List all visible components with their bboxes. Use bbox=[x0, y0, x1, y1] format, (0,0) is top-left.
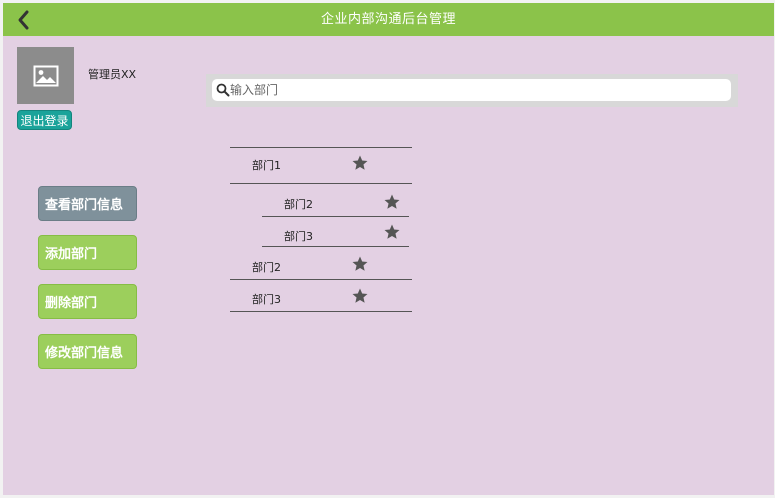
add-department-button[interactable]: 添加部门 bbox=[38, 235, 137, 270]
search-bar bbox=[206, 74, 738, 107]
department-item[interactable]: 部门2 bbox=[230, 247, 412, 280]
star-icon[interactable] bbox=[351, 255, 369, 273]
department-item[interactable]: 部门3 bbox=[230, 280, 412, 312]
logout-button[interactable]: 退出登录 bbox=[17, 110, 72, 130]
app-window: 企业内部沟通后台管理 管理员XX 退出登录 查看部门信息 添加部门 删除部门 修… bbox=[3, 3, 774, 495]
edit-department-button[interactable]: 修改部门信息 bbox=[38, 334, 137, 369]
star-icon[interactable] bbox=[351, 154, 369, 172]
department-label: 部门2 bbox=[284, 198, 313, 211]
search-input[interactable] bbox=[230, 79, 720, 101]
top-bar: 企业内部沟通后台管理 bbox=[3, 3, 774, 36]
search-icon bbox=[216, 83, 230, 97]
view-departments-button[interactable]: 查看部门信息 bbox=[38, 186, 137, 221]
department-label: 部门2 bbox=[252, 261, 281, 274]
search-box bbox=[212, 79, 731, 101]
admin-name: 管理员XX bbox=[88, 68, 137, 81]
delete-department-button[interactable]: 删除部门 bbox=[38, 284, 137, 319]
department-label: 部门1 bbox=[252, 159, 281, 172]
department-label: 部门3 bbox=[284, 230, 313, 243]
department-item[interactable]: 部门3 bbox=[262, 217, 409, 247]
star-icon[interactable] bbox=[383, 223, 401, 241]
image-placeholder-icon bbox=[33, 65, 58, 86]
page-title: 企业内部沟通后台管理 bbox=[320, 12, 456, 27]
department-item[interactable]: 部门2 bbox=[262, 184, 409, 217]
avatar bbox=[17, 47, 74, 104]
department-label: 部门3 bbox=[252, 293, 281, 306]
star-icon[interactable] bbox=[383, 193, 401, 211]
star-icon[interactable] bbox=[351, 287, 369, 305]
department-item[interactable]: 部门1 bbox=[230, 148, 412, 184]
